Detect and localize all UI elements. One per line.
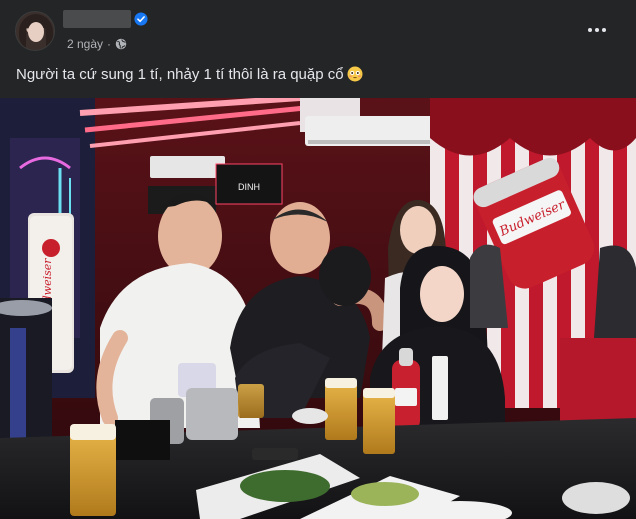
more-options-icon bbox=[588, 28, 592, 32]
post-header: 2 ngày · bbox=[0, 0, 636, 58]
globe-icon[interactable] bbox=[115, 38, 127, 50]
post-timestamp[interactable]: 2 ngày bbox=[67, 37, 103, 51]
bar-sign-text: DINH bbox=[238, 182, 260, 192]
verified-badge-icon bbox=[134, 12, 148, 26]
post-meta: 2 ngày · bbox=[67, 36, 127, 52]
bar-scene-image: DINH Budweiser Budweiser bbox=[0, 98, 636, 519]
more-options-button[interactable] bbox=[582, 18, 612, 42]
flushed-face-icon bbox=[347, 66, 363, 82]
author-avatar[interactable] bbox=[15, 11, 55, 51]
separator-dot: · bbox=[107, 37, 112, 51]
post-text: Người ta cứ sung 1 tí, nhảy 1 tí thôi là… bbox=[16, 64, 616, 86]
post-photo[interactable]: DINH Budweiser Budweiser bbox=[0, 98, 636, 519]
post-caption: Người ta cứ sung 1 tí, nhảy 1 tí thôi là… bbox=[16, 66, 344, 83]
author-name-redacted[interactable] bbox=[63, 10, 131, 28]
